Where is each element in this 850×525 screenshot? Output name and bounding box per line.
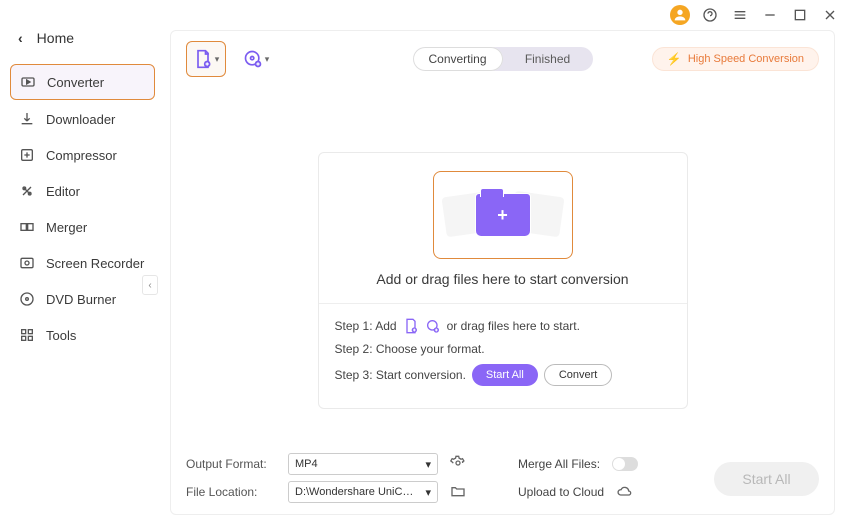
chevron-down-icon: ▾ [265, 54, 270, 65]
add-dvd-button[interactable]: ▾ [236, 41, 276, 77]
add-folder-card[interactable]: + [433, 171, 573, 259]
sidebar-item-label: Downloader [46, 112, 115, 127]
start-all-pill[interactable]: Start All [472, 364, 538, 386]
output-format-label: Output Format: [186, 457, 276, 471]
sidebar-item-merger[interactable]: Merger [10, 210, 155, 244]
tools-icon [18, 326, 36, 344]
recorder-icon [18, 254, 36, 272]
sidebar: ‹ Home Converter Downloader Compressor E… [0, 20, 155, 354]
sidebar-item-dvd-burner[interactable]: DVD Burner [10, 282, 155, 316]
sidebar-item-converter[interactable]: Converter [10, 64, 155, 100]
add-dvd-icon [425, 318, 441, 334]
high-speed-pill[interactable]: ⚡ High Speed Conversion [652, 47, 819, 71]
close-button[interactable] [820, 5, 840, 25]
sidebar-item-label: DVD Burner [46, 292, 116, 307]
sidebar-item-label: Editor [46, 184, 80, 199]
maximize-button[interactable] [790, 5, 810, 25]
chevron-down-icon: ▾ [425, 458, 431, 471]
upload-label: Upload to Cloud [518, 485, 604, 499]
dvd-icon [18, 290, 36, 308]
tab-converting[interactable]: Converting [413, 47, 503, 71]
sidebar-item-label: Converter [47, 75, 104, 90]
add-file-icon [403, 318, 419, 334]
bolt-icon: ⚡ [667, 52, 682, 66]
add-file-button[interactable]: ▾ [186, 41, 226, 77]
drop-zone[interactable]: + Add or drag files here to start conver… [318, 152, 688, 409]
sidebar-collapse-handle[interactable]: ‹ [142, 275, 158, 295]
step3-text: Step 3: Start conversion. [335, 368, 466, 382]
chevron-down-icon: ▾ [215, 54, 220, 65]
file-location-value: D:\Wondershare UniConverter 1 [295, 486, 415, 498]
main-panel: ▾ ▾ Converting Finished ⚡ High Speed Con… [170, 30, 835, 515]
hamburger-icon[interactable] [730, 5, 750, 25]
merge-label: Merge All Files: [518, 457, 600, 471]
step2-text: Step 2: Choose your format. [335, 342, 485, 356]
step1-text-a: Step 1: Add [335, 319, 397, 333]
file-location-select[interactable]: D:\Wondershare UniConverter 1 ▾ [288, 481, 438, 503]
drop-hint: Add or drag files here to start conversi… [376, 271, 628, 287]
cloud-icon[interactable] [616, 483, 632, 502]
step1-text-b: or drag files here to start. [447, 319, 580, 333]
help-icon[interactable] [700, 5, 720, 25]
status-tabs: Converting Finished [413, 47, 593, 71]
output-format-value: MP4 [295, 458, 318, 470]
convert-pill[interactable]: Convert [544, 364, 613, 386]
settings-icon[interactable] [450, 455, 466, 474]
folder-open-icon[interactable] [450, 483, 466, 502]
sidebar-item-tools[interactable]: Tools [10, 318, 155, 352]
sidebar-item-editor[interactable]: Editor [10, 174, 155, 208]
back-icon[interactable]: ‹ [18, 30, 23, 46]
start-all-button[interactable]: Start All [714, 462, 819, 496]
sidebar-item-label: Merger [46, 220, 87, 235]
plus-icon: + [497, 205, 508, 226]
file-location-label: File Location: [186, 485, 276, 499]
sidebar-item-label: Screen Recorder [46, 256, 144, 271]
home-label[interactable]: Home [37, 30, 74, 46]
sidebar-item-label: Compressor [46, 148, 117, 163]
user-avatar[interactable] [670, 5, 690, 25]
editor-icon [18, 182, 36, 200]
sidebar-item-screen-recorder[interactable]: Screen Recorder [10, 246, 155, 280]
minimize-button[interactable] [760, 5, 780, 25]
sidebar-item-downloader[interactable]: Downloader [10, 102, 155, 136]
sidebar-item-label: Tools [46, 328, 76, 343]
sidebar-item-compressor[interactable]: Compressor [10, 138, 155, 172]
downloader-icon [18, 110, 36, 128]
merge-toggle[interactable] [612, 457, 638, 471]
speed-label: High Speed Conversion [688, 53, 804, 65]
folder-icon: + [475, 193, 531, 237]
compressor-icon [18, 146, 36, 164]
chevron-down-icon: ▾ [425, 486, 431, 499]
converter-icon [19, 73, 37, 91]
merger-icon [18, 218, 36, 236]
tab-finished[interactable]: Finished [503, 47, 593, 71]
output-format-select[interactable]: MP4 ▾ [288, 453, 438, 475]
